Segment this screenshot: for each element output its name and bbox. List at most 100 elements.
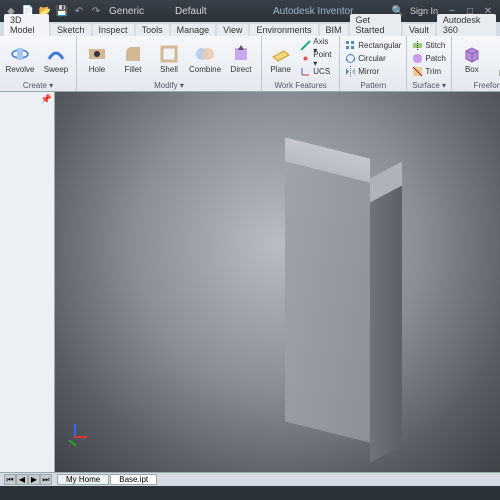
tab-bim[interactable]: BIM — [320, 24, 348, 36]
sweep-button[interactable]: Sweep — [39, 42, 73, 75]
tab-nav: ⏮ ◀ ▶ ⏭ — [4, 474, 52, 485]
shell-label: Shell — [160, 66, 178, 74]
sweep-icon — [45, 43, 67, 65]
redo-icon[interactable]: ↷ — [89, 4, 103, 18]
fillet-label: Fillet — [125, 66, 142, 74]
fillet-icon — [122, 43, 144, 65]
fillet-button[interactable]: Fillet — [116, 42, 150, 75]
tab-last-icon[interactable]: ⏭ — [40, 474, 52, 485]
document-tabs: ⏮ ◀ ▶ ⏭ My Home Base.ipt — [0, 472, 500, 486]
tab-3dmodel[interactable]: 3D Model — [4, 14, 49, 36]
group-work-title: Work Features — [265, 80, 336, 90]
axis-icon — [300, 40, 311, 51]
ucs-label: UCS — [313, 67, 330, 76]
trim-label: Trim — [425, 67, 441, 76]
pin-icon[interactable]: 📌 — [41, 94, 52, 105]
revolve-label: Revolve — [6, 66, 35, 74]
group-freeform-title: Freeform — [455, 80, 500, 90]
axis-y-icon — [68, 439, 76, 446]
title-bar: ◆ 📄 📂 💾 ↶ ↷ Generic Default Autodesk Inv… — [0, 0, 500, 22]
group-create: Revolve Sweep Create ▾ — [0, 36, 77, 91]
box-label: Box — [465, 66, 479, 74]
stitch-label: Stitch — [425, 41, 445, 50]
combine-button[interactable]: Combine — [188, 42, 222, 75]
rectangular-button[interactable]: Rectangular — [343, 39, 403, 52]
tab-environments[interactable]: Environments — [250, 24, 317, 36]
plane-button[interactable]: Plane — [265, 42, 296, 75]
tab-vault[interactable]: Vault — [403, 24, 435, 36]
tab-myhome[interactable]: My Home — [57, 474, 109, 485]
orientation-triad[interactable] — [63, 424, 87, 448]
ucs-button[interactable]: UCS — [298, 65, 336, 78]
group-surface-title: Surface ▾ — [410, 80, 447, 90]
group-freeform: Box Edit Form Freeform — [452, 36, 500, 91]
sign-in-link[interactable]: Sign In — [410, 6, 438, 16]
patch-icon — [412, 53, 423, 64]
point-icon — [300, 53, 311, 64]
editform-button[interactable]: Edit Form — [491, 38, 500, 79]
ucs-icon — [300, 66, 311, 77]
hole-button[interactable]: Hole — [80, 42, 114, 75]
patch-button[interactable]: Patch — [410, 52, 447, 65]
tab-getstarted[interactable]: Get Started — [350, 14, 401, 36]
combine-icon — [194, 43, 216, 65]
circular-button[interactable]: Circular — [343, 52, 403, 65]
rectangular-icon — [345, 40, 356, 51]
box-icon — [461, 43, 483, 65]
ribbon-tabs: 3D Model Sketch Inspect Tools Manage Vie… — [0, 22, 500, 36]
tab-first-icon[interactable]: ⏮ — [4, 474, 16, 485]
combine-label: Combine — [189, 66, 221, 74]
trim-button[interactable]: Trim — [410, 65, 447, 78]
undo-icon[interactable]: ↶ — [72, 4, 86, 18]
direct-label: Direct — [231, 66, 252, 74]
direct-button[interactable]: Direct — [224, 42, 258, 75]
app-window: ◆ 📄 📂 💾 ↶ ↷ Generic Default Autodesk Inv… — [0, 0, 500, 500]
group-work: Plane Axis ▾ Point ▾ UCS Work Features — [262, 36, 340, 91]
tab-view[interactable]: View — [217, 24, 248, 36]
viewport[interactable] — [55, 92, 500, 472]
editform-label: Edit Form — [492, 62, 500, 78]
tab-prev-icon[interactable]: ◀ — [16, 474, 28, 485]
group-modify-title: Modify ▾ — [80, 80, 258, 90]
tab-sketch[interactable]: Sketch — [51, 24, 91, 36]
status-bar — [0, 486, 500, 500]
tab-tools[interactable]: Tools — [136, 24, 169, 36]
plane-label: Plane — [270, 66, 290, 74]
model-browser[interactable]: 📌 — [0, 92, 55, 472]
trim-icon — [412, 66, 423, 77]
shell-button[interactable]: Shell — [152, 42, 186, 75]
mirror-button[interactable]: Mirror — [343, 65, 403, 78]
ribbon: Revolve Sweep Create ▾ Hole Fillet — [0, 36, 500, 92]
circular-label: Circular — [358, 54, 386, 63]
tab-inspect[interactable]: Inspect — [93, 24, 134, 36]
group-modify: Hole Fillet Shell Combine Direct — [77, 36, 262, 91]
group-create-title: Create ▾ — [3, 80, 73, 90]
workspace: 📌 — [0, 92, 500, 472]
patch-label: Patch — [425, 54, 445, 63]
appearance-dropdown[interactable]: Default — [175, 6, 235, 17]
stitch-button[interactable]: Stitch — [410, 39, 447, 52]
revolve-button[interactable]: Revolve — [3, 42, 37, 75]
block-face-front — [285, 161, 370, 442]
plane-icon — [270, 43, 292, 65]
hole-icon — [86, 43, 108, 65]
tab-manage[interactable]: Manage — [171, 24, 216, 36]
group-pattern: Rectangular Circular Mirror Pattern — [340, 36, 407, 91]
box-button[interactable]: Box — [455, 42, 489, 75]
group-surface: Stitch Patch Trim Surface ▾ — [407, 36, 451, 91]
point-button[interactable]: Point ▾ — [298, 52, 336, 65]
sweep-label: Sweep — [44, 66, 68, 74]
mirror-icon — [345, 66, 356, 77]
mirror-label: Mirror — [358, 67, 379, 76]
hole-label: Hole — [89, 66, 105, 74]
shell-icon — [158, 43, 180, 65]
revolve-icon — [9, 43, 31, 65]
axis-x-icon — [74, 436, 87, 438]
tab-a360[interactable]: Autodesk 360 — [437, 14, 496, 36]
material-dropdown[interactable]: Generic — [109, 6, 169, 17]
group-pattern-title: Pattern — [343, 80, 403, 90]
stitch-icon — [412, 40, 423, 51]
tab-document[interactable]: Base.ipt — [110, 474, 157, 485]
save-icon[interactable]: 💾 — [55, 4, 69, 18]
tab-next-icon[interactable]: ▶ — [28, 474, 40, 485]
